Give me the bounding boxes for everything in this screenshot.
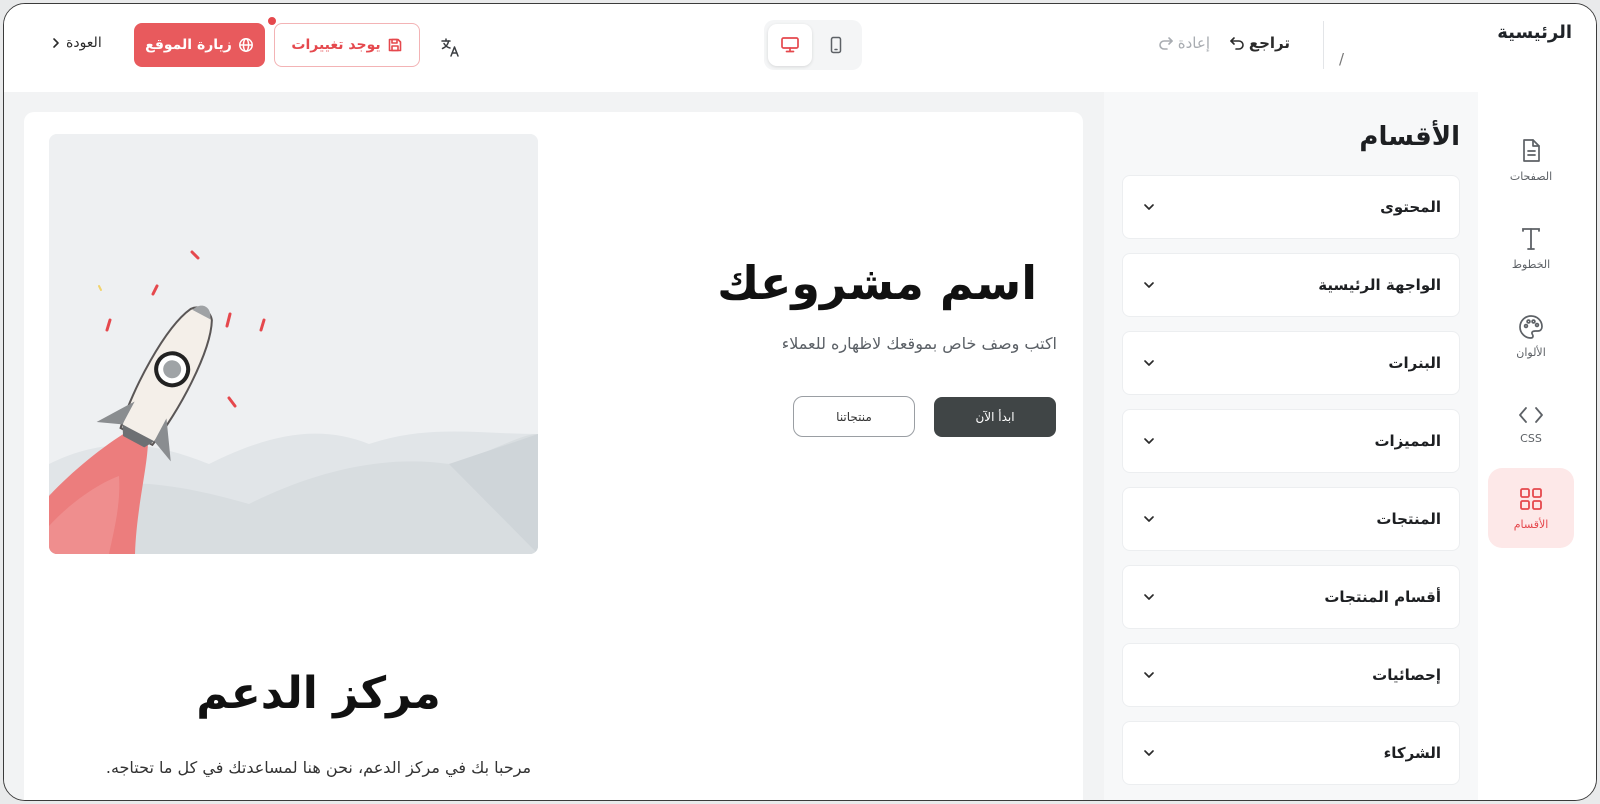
- chevron-down-icon: [1143, 671, 1155, 679]
- mobile-icon: [829, 36, 843, 54]
- rail-item-colors[interactable]: الألوان: [1488, 296, 1574, 376]
- section-item-content[interactable]: المحتوى: [1122, 175, 1460, 239]
- section-item-banners[interactable]: البنرات: [1122, 331, 1460, 395]
- rail-item-label: الخطوط: [1511, 257, 1551, 271]
- undo-button[interactable]: تراجع: [1229, 34, 1290, 52]
- chevron-down-icon: [1143, 281, 1155, 289]
- rail-item-label: CSS: [1520, 431, 1542, 445]
- desktop-view-button[interactable]: [768, 24, 812, 66]
- rocket-illustration: [49, 134, 538, 554]
- unsaved-changes-button[interactable]: يوجد تغييرات: [266, 15, 420, 67]
- section-label: المحتوى: [1380, 198, 1441, 216]
- chevron-right-icon: [52, 37, 60, 49]
- divider: [1323, 21, 1324, 69]
- section-item-hero[interactable]: الواجهة الرئيسية: [1122, 253, 1460, 317]
- desktop-icon: [780, 36, 800, 54]
- redo-icon: [1158, 35, 1174, 51]
- our-products-button[interactable]: منتجاتنا: [793, 396, 915, 437]
- globe-icon: [238, 37, 254, 53]
- chevron-down-icon: [1143, 437, 1155, 445]
- sections-panel: الأقسام المحتوى الواجهة الرئيسية البنرات…: [1098, 92, 1478, 800]
- rail-item-css[interactable]: CSS: [1488, 384, 1574, 464]
- chevron-down-icon: [1143, 593, 1155, 601]
- section-label: إحصائيات: [1372, 666, 1441, 684]
- section-item-product-categories[interactable]: أقسام المنتجات: [1122, 565, 1460, 629]
- rail-item-fonts[interactable]: الخطوط: [1488, 208, 1574, 288]
- unsaved-indicator-dot: [266, 15, 278, 27]
- section-item-statistics[interactable]: إحصائيات: [1122, 643, 1460, 707]
- chevron-down-icon: [1143, 203, 1155, 211]
- grid-icon: [1518, 486, 1544, 512]
- top-bar: الرئيسية / تراجع إعادة يوجد تغييرات زيار…: [4, 4, 1596, 92]
- unsaved-changes-label: يوجد تغييرات: [291, 37, 381, 53]
- section-item-features[interactable]: المميزات: [1122, 409, 1460, 473]
- back-label: العودة: [66, 35, 102, 51]
- section-item-partners[interactable]: الشركاء: [1122, 721, 1460, 785]
- hero-title: اسم مشروعك: [717, 256, 1037, 310]
- visit-site-label: زيارة الموقع: [145, 37, 232, 53]
- visit-site-button[interactable]: زيارة الموقع: [134, 23, 265, 67]
- document-icon: [1519, 138, 1543, 164]
- undo-label: تراجع: [1248, 34, 1290, 52]
- rail-item-label: الصفحات: [1509, 169, 1553, 183]
- redo-button[interactable]: إعادة: [1158, 34, 1210, 52]
- start-now-button[interactable]: ابدأ الآن: [934, 397, 1056, 437]
- page-title: الرئيسية: [1497, 22, 1572, 43]
- panel-title: الأقسام: [1359, 122, 1460, 152]
- translate-icon: [440, 36, 462, 58]
- redo-label: إعادة: [1177, 34, 1210, 52]
- rail-item-label: الألوان: [1516, 345, 1546, 359]
- hero-description: اكتب وصف خاص بموقعك لاظهاره للعملاء: [781, 334, 1057, 353]
- rail-item-sections[interactable]: الأقسام: [1488, 468, 1574, 548]
- back-link[interactable]: العودة: [52, 35, 102, 51]
- breadcrumb-separator: /: [1338, 50, 1344, 68]
- hero-illustration: [49, 134, 538, 554]
- section-label: الواجهة الرئيسية: [1318, 276, 1441, 294]
- undo-icon: [1229, 35, 1245, 51]
- section-label: البنرات: [1388, 354, 1441, 372]
- preview-page: اسم مشروعك اكتب وصف خاص بموقعك لاظهاره ل…: [24, 112, 1083, 800]
- palette-icon: [1518, 314, 1544, 340]
- app-window: الرئيسية / تراجع إعادة يوجد تغييرات زيار…: [3, 3, 1597, 801]
- rail-item-label: الأقسام: [1513, 517, 1549, 531]
- save-icon: [387, 37, 403, 53]
- side-rail: الصفحات الخطوط الألوان CSS الأقسام: [1478, 92, 1596, 800]
- chevron-down-icon: [1143, 749, 1155, 757]
- section-label: أقسام المنتجات: [1324, 588, 1441, 606]
- section-item-products[interactable]: المنتجات: [1122, 487, 1460, 551]
- support-title: مركز الدعم: [196, 668, 441, 719]
- mobile-view-button[interactable]: [814, 24, 858, 66]
- rail-item-pages[interactable]: الصفحات: [1488, 120, 1574, 200]
- section-label: المميزات: [1374, 432, 1441, 450]
- translate-button[interactable]: [438, 34, 464, 60]
- section-label: المنتجات: [1376, 510, 1441, 528]
- chevron-down-icon: [1143, 515, 1155, 523]
- device-switch: [764, 20, 862, 70]
- chevron-down-icon: [1143, 359, 1155, 367]
- section-label: الشركاء: [1383, 744, 1441, 762]
- text-icon: [1519, 226, 1543, 252]
- code-icon: [1517, 404, 1545, 426]
- preview-canvas: اسم مشروعك اكتب وصف خاص بموقعك لاظهاره ل…: [4, 92, 1104, 800]
- support-description: مرحبا بك في مركز الدعم، نحن هنا لمساعدتك…: [105, 758, 532, 777]
